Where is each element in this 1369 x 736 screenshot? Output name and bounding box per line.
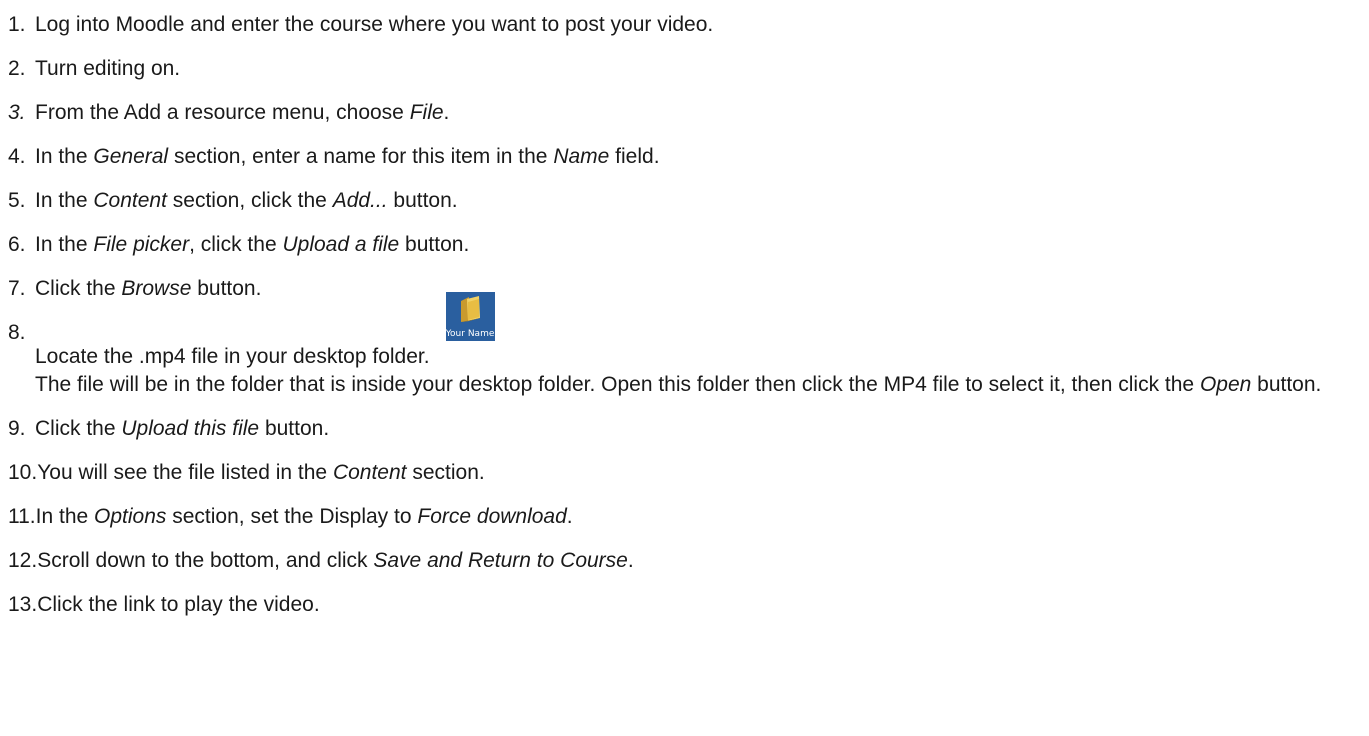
emphasis: Content: [93, 189, 167, 212]
emphasis: Save and Return to Course: [373, 549, 628, 572]
folder-thumbnail: Your Name: [445, 292, 495, 368]
step-3: 3. From the Add a resource menu, choose …: [8, 99, 1363, 127]
step-4: 4. In the General section, enter a name …: [8, 143, 1363, 171]
step-number: 13.: [8, 593, 38, 616]
step-text: Log into Moodle and enter the course whe…: [35, 13, 714, 36]
emphasis: File: [409, 101, 444, 124]
emphasis: Upload this file: [121, 417, 260, 440]
emphasis: Force download: [417, 505, 567, 528]
step-6: 6. In the File picker, click the Upload …: [8, 231, 1363, 259]
emphasis: Name: [553, 145, 610, 168]
step-2: 2. Turn editing on.: [8, 55, 1363, 83]
step-text: Turn editing on.: [35, 57, 181, 80]
step-number: 10.: [8, 461, 38, 484]
step-10: 10. You will see the file listed in the …: [8, 459, 1363, 487]
emphasis: Options: [94, 505, 167, 528]
step-number: 3.: [8, 101, 26, 124]
step-number: 6.: [8, 233, 26, 256]
step-5: 5. In the Content section, click the Add…: [8, 187, 1363, 215]
step-text: In the General section, enter a name for…: [35, 145, 660, 168]
emphasis: Browse: [121, 277, 192, 300]
step-number: 4.: [8, 145, 26, 168]
emphasis: General: [93, 145, 169, 168]
emphasis: Open: [1199, 373, 1252, 396]
step-12: 12. Scroll down to the bottom, and click…: [8, 547, 1363, 575]
step-13: 13. Click the link to play the video.: [8, 591, 1363, 619]
step-number: 1.: [8, 13, 26, 36]
step-text: Scroll down to the bottom, and click Sav…: [37, 549, 634, 572]
step-number: 7.: [8, 277, 26, 300]
step-text: From the Add a resource menu, choose Fil…: [35, 101, 450, 124]
step-number: 8.: [8, 321, 26, 344]
step-text: Click the link to play the video.: [37, 593, 320, 616]
folder-label: Your Name: [445, 329, 495, 339]
step-11: 11. In the Options section, set the Disp…: [8, 503, 1363, 531]
emphasis: File picker: [93, 233, 190, 256]
step-text: Locate the .mp4 file in your desktop fol…: [35, 292, 1363, 399]
step-7: 7. Click the Browse button.: [8, 275, 1363, 303]
step-text: You will see the file listed in the Cont…: [37, 461, 485, 484]
step-text: Click the Upload this file button.: [35, 417, 330, 440]
step-number: 9.: [8, 417, 26, 440]
emphasis: Content: [332, 461, 407, 484]
step-8: 8. Locate the .mp4 file in your desktop …: [8, 292, 1363, 399]
step-text: In the File picker, click the Upload a f…: [35, 233, 470, 256]
step-text: Click the Browse button.: [35, 277, 262, 300]
step-9: 9. Click the Upload this file button.: [8, 415, 1363, 443]
step-number: 5.: [8, 189, 26, 212]
folder-shape: [460, 296, 480, 322]
step-text: In the Content section, click the Add...…: [35, 189, 458, 212]
step-1: 1. Log into Moodle and enter the course …: [8, 11, 1363, 39]
step-number: 12.: [8, 549, 38, 572]
step-number: 2.: [8, 57, 26, 80]
step-text: In the Options section, set the Display …: [35, 505, 573, 528]
folder-icon: Your Name: [445, 292, 495, 341]
step-detail: The file will be in the folder that is i…: [35, 373, 1322, 396]
emphasis: Add...: [332, 189, 388, 212]
emphasis: Upload a file: [282, 233, 400, 256]
instruction-list: 1. Log into Moodle and enter the course …: [8, 6, 1363, 619]
step-number: 11.: [8, 505, 36, 528]
